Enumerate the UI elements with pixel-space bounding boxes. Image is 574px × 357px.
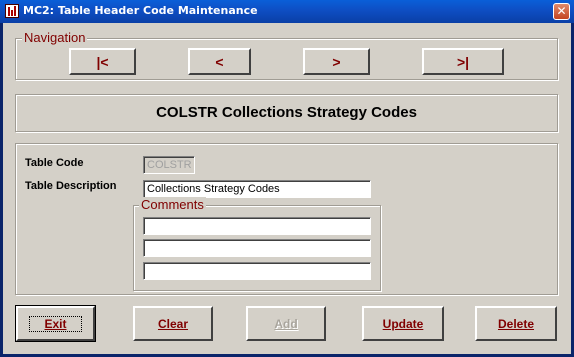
table-code-label: Table Code [25, 157, 84, 169]
navigation-legend: Navigation [22, 30, 88, 45]
table-code-field: COLSTR [143, 156, 195, 174]
table-description-label: Table Description [25, 180, 117, 192]
last-record-button[interactable]: >| [422, 48, 504, 75]
app-chart-icon [5, 4, 19, 18]
comments-legend: Comments [139, 197, 206, 212]
update-button[interactable]: Update [362, 306, 444, 341]
first-record-button[interactable]: |< [69, 48, 136, 75]
exit-button-label: Exit [29, 315, 82, 332]
clear-button[interactable]: Clear [133, 306, 213, 341]
comment-line-3[interactable] [143, 262, 371, 280]
window-title: MC2: Table Header Code Maintenance [23, 4, 258, 17]
next-record-button[interactable]: > [303, 48, 370, 75]
navigation-group: Navigation |< < > >| [15, 30, 558, 80]
comment-line-2[interactable] [143, 239, 371, 257]
app-window: MC2: Table Header Code Maintenance ✕ Nav… [0, 0, 574, 357]
delete-button[interactable]: Delete [475, 306, 557, 341]
title-bar[interactable]: MC2: Table Header Code Maintenance ✕ [0, 0, 574, 23]
close-icon[interactable]: ✕ [553, 3, 570, 20]
exit-button[interactable]: Exit [15, 305, 96, 342]
client-area: Navigation |< < > >| COLSTR Collections … [3, 23, 571, 354]
comments-group: Comments [133, 197, 381, 291]
heading-group: COLSTR Collections Strategy Codes [15, 94, 558, 132]
previous-record-button[interactable]: < [188, 48, 251, 75]
table-description-field[interactable]: Collections Strategy Codes [143, 180, 371, 198]
comment-line-1[interactable] [143, 217, 371, 235]
page-title: COLSTR Collections Strategy Codes [156, 104, 417, 121]
add-button[interactable]: Add [246, 306, 326, 341]
form-group: Table Code COLSTR Table Description Coll… [15, 143, 558, 295]
